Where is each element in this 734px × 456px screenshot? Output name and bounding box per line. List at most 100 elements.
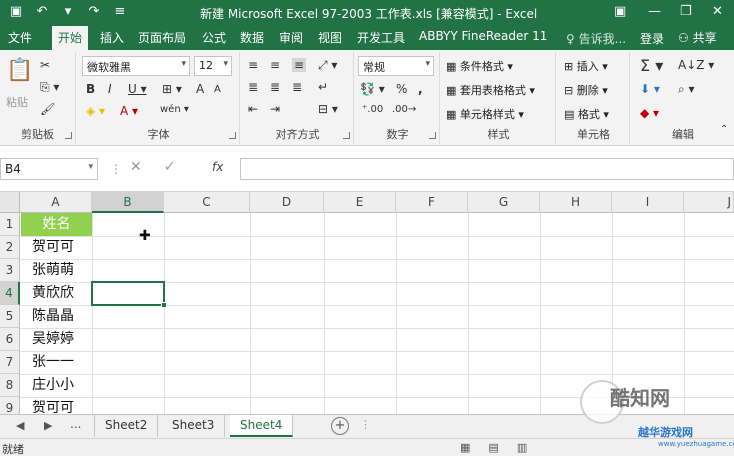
cell-a1-header[interactable]: 姓名 bbox=[21, 213, 92, 236]
customize-qat-icon[interactable]: ≡ bbox=[112, 4, 128, 19]
column-header-d[interactable]: D bbox=[250, 192, 324, 213]
cell-styles-button[interactable]: ▦ 单元格样式 ▾ bbox=[446, 106, 524, 122]
column-header-e[interactable]: E bbox=[324, 192, 396, 213]
page-break-view-icon[interactable]: ▥ bbox=[517, 441, 527, 454]
row-header-1[interactable]: 1 bbox=[0, 213, 20, 236]
tab-home[interactable]: 开始 bbox=[52, 26, 89, 50]
format-cells-button[interactable]: ▤ 格式 ▾ bbox=[564, 106, 609, 122]
more-sheets-button[interactable]: ... bbox=[70, 417, 81, 431]
cancel-icon[interactable]: ✕ bbox=[130, 159, 142, 175]
currency-icon[interactable]: 💱 ▾ bbox=[360, 82, 385, 96]
minimize-icon[interactable]: — bbox=[648, 4, 661, 19]
cell-a7[interactable]: 张一一 bbox=[20, 351, 74, 374]
column-header-h[interactable]: H bbox=[540, 192, 612, 213]
row-header-9[interactable]: 9 bbox=[0, 397, 20, 414]
align-middle-icon[interactable]: ≡ bbox=[270, 58, 280, 72]
copy-icon[interactable]: ⎘ ▾ bbox=[40, 80, 59, 95]
cell-a9[interactable]: 贺可可 bbox=[20, 397, 74, 414]
cell-a2[interactable]: 贺可可 bbox=[20, 236, 74, 259]
redo-icon[interactable]: ↷ bbox=[86, 4, 102, 19]
restore-icon[interactable]: ❐ bbox=[680, 4, 692, 19]
font-size-select[interactable]: 12 ▾ bbox=[194, 56, 232, 76]
column-header-c[interactable]: C bbox=[164, 192, 250, 213]
tab-page-layout[interactable]: 页面布局 bbox=[138, 29, 186, 46]
tab-formulas[interactable]: 公式 bbox=[202, 29, 226, 46]
borders-icon[interactable]: ⊞ ▾ bbox=[162, 82, 182, 96]
paste-label[interactable]: 粘贴 bbox=[6, 94, 28, 110]
delete-cells-button[interactable]: ⊟ 删除 ▾ bbox=[564, 82, 608, 98]
increase-font-icon[interactable]: A bbox=[196, 82, 204, 96]
number-format-select[interactable]: 常规 ▾ bbox=[358, 56, 434, 76]
fill-icon[interactable]: ⬇ ▾ bbox=[640, 82, 660, 96]
tab-developer[interactable]: 开发工具 bbox=[357, 29, 405, 46]
tab-insert[interactable]: 插入 bbox=[100, 29, 124, 46]
row-header-7[interactable]: 7 bbox=[0, 351, 20, 374]
align-center-icon[interactable]: ≣ bbox=[270, 80, 280, 94]
percent-icon[interactable]: % bbox=[396, 82, 407, 96]
insert-function-icon[interactable]: fx bbox=[212, 160, 223, 174]
next-sheet-icon[interactable]: ▶ bbox=[44, 419, 52, 432]
login-link[interactable]: 登录 bbox=[640, 30, 664, 47]
sort-filter-icon[interactable]: A↓Z ▾ bbox=[678, 58, 714, 72]
row-header-5[interactable]: 5 bbox=[0, 305, 20, 328]
tab-data[interactable]: 数据 bbox=[240, 29, 264, 46]
cell-a3[interactable]: 张萌萌 bbox=[20, 259, 74, 282]
selected-cell-b4[interactable] bbox=[91, 281, 167, 308]
align-top-icon[interactable]: ≡ bbox=[248, 58, 258, 72]
select-all-corner[interactable] bbox=[0, 192, 20, 213]
column-header-f[interactable]: F bbox=[396, 192, 468, 213]
column-header-j[interactable]: J bbox=[684, 192, 734, 213]
find-select-icon[interactable]: ⌕ ▾ bbox=[678, 82, 695, 97]
decrease-decimal-icon[interactable]: .00→ bbox=[392, 104, 416, 115]
cut-icon[interactable]: ✂ bbox=[40, 58, 50, 72]
column-header-b[interactable]: B bbox=[92, 192, 164, 213]
format-as-table-button[interactable]: ▦ 套用表格格式 ▾ bbox=[446, 82, 535, 98]
insert-cells-button[interactable]: ⊞ 插入 ▾ bbox=[564, 58, 608, 74]
tab-view[interactable]: 视图 bbox=[318, 29, 342, 46]
prev-sheet-icon[interactable]: ◀ bbox=[16, 419, 24, 432]
sheet-tab-sheet3[interactable]: Sheet3 bbox=[162, 415, 226, 437]
column-header-g[interactable]: G bbox=[468, 192, 540, 213]
phonetic-icon[interactable]: wén ▾ bbox=[160, 104, 189, 115]
tab-file[interactable]: 文件 bbox=[8, 29, 32, 46]
undo-dropdown-icon[interactable]: ▾ bbox=[60, 4, 76, 19]
font-launcher-icon[interactable] bbox=[229, 132, 236, 139]
font-color-icon[interactable]: A ▾ bbox=[120, 104, 138, 118]
format-painter-icon[interactable]: 🖌 bbox=[40, 102, 55, 116]
decrease-font-icon[interactable]: A bbox=[214, 84, 221, 95]
conditional-formatting-button[interactable]: ▦ 条件格式 ▾ bbox=[446, 58, 513, 74]
align-left-icon[interactable]: ≣ bbox=[248, 80, 258, 94]
page-layout-view-icon[interactable]: ▤ bbox=[488, 441, 498, 454]
sheet-tab-sheet2[interactable]: Sheet2 bbox=[94, 415, 159, 437]
fill-handle[interactable] bbox=[161, 302, 167, 308]
wrap-text-icon[interactable]: ↵ bbox=[318, 80, 328, 94]
row-header-6[interactable]: 6 bbox=[0, 328, 20, 351]
cell-a5[interactable]: 陈晶晶 bbox=[20, 305, 74, 328]
align-right-icon[interactable]: ≣ bbox=[292, 80, 302, 94]
column-header-a[interactable]: A bbox=[20, 192, 92, 213]
cell-a6[interactable]: 吴婷婷 bbox=[20, 328, 74, 351]
save-icon[interactable]: ▣ bbox=[8, 4, 24, 19]
column-header-i[interactable]: I bbox=[612, 192, 684, 213]
paste-icon[interactable]: 📋 bbox=[6, 58, 33, 83]
add-sheet-icon[interactable]: + bbox=[331, 417, 349, 435]
bold-icon[interactable]: B bbox=[86, 82, 95, 96]
cell-a4[interactable]: 黄欣欣 bbox=[20, 282, 74, 305]
increase-decimal-icon[interactable]: ⁺.00 bbox=[362, 104, 383, 115]
formula-input[interactable] bbox=[240, 158, 734, 180]
enter-icon[interactable]: ✓ bbox=[164, 159, 176, 175]
name-box[interactable]: B4 ▾ bbox=[0, 158, 98, 180]
row-header-2[interactable]: 2 bbox=[0, 236, 20, 259]
underline-icon[interactable]: U ▾ bbox=[128, 82, 147, 96]
undo-icon[interactable]: ↶ bbox=[34, 4, 50, 19]
number-launcher-icon[interactable] bbox=[429, 132, 436, 139]
alignment-launcher-icon[interactable] bbox=[343, 132, 350, 139]
row-header-8[interactable]: 8 bbox=[0, 374, 20, 397]
normal-view-icon[interactable]: ▦ bbox=[460, 441, 470, 454]
clear-icon[interactable]: ◆ ▾ bbox=[640, 106, 659, 120]
collapse-ribbon-icon[interactable]: ⌃ bbox=[720, 124, 728, 135]
autosum-icon[interactable]: Σ ▾ bbox=[640, 56, 663, 75]
row-header-4[interactable]: 4 bbox=[0, 282, 20, 305]
tab-splitter-icon[interactable]: ⋮ bbox=[360, 418, 371, 431]
font-name-select[interactable]: 微软雅黑 ▾ bbox=[82, 56, 190, 76]
